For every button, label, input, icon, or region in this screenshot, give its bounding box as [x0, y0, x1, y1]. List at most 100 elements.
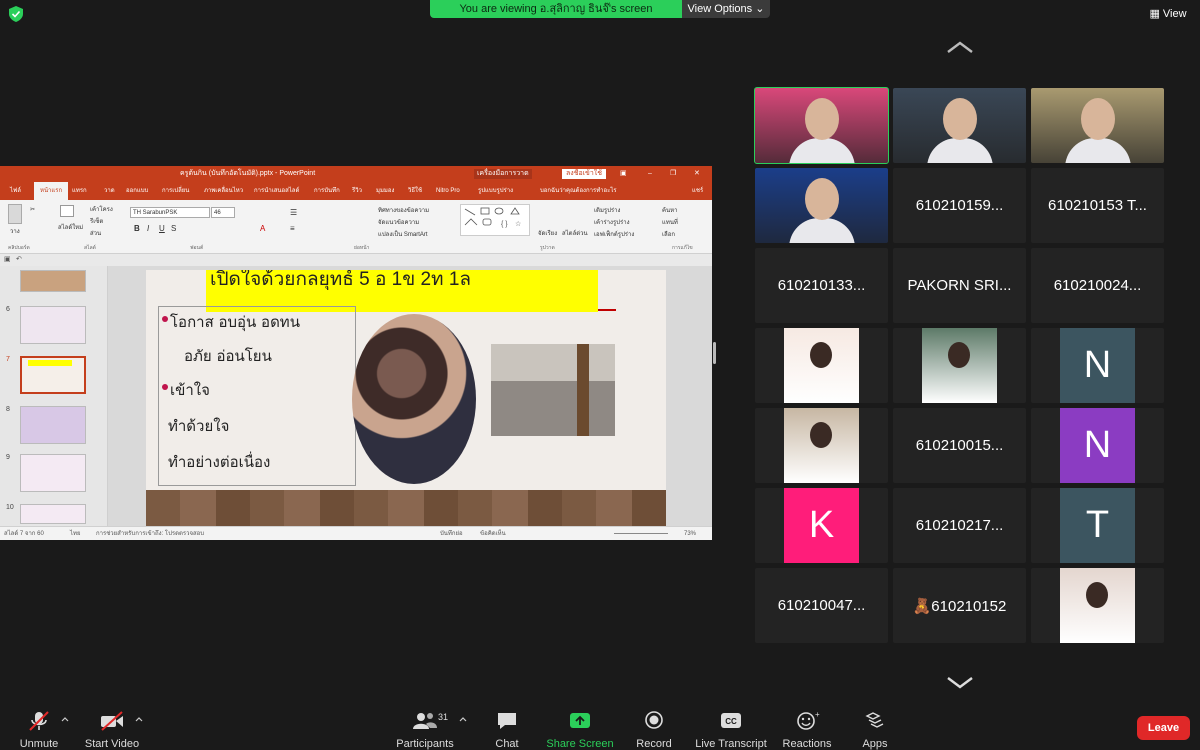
ribbon-tab[interactable]: รีวิว: [352, 182, 362, 200]
ribbon-tab[interactable]: บอกฉันว่าคุณต้องการทำอะไร: [540, 182, 617, 200]
participant-tile[interactable]: [1031, 568, 1164, 643]
participants-button[interactable]: 31 Participants: [380, 710, 470, 750]
participant-tile[interactable]: [1031, 88, 1164, 163]
paste-icon[interactable]: [8, 204, 22, 224]
align-left-icon[interactable]: ≡: [290, 224, 295, 233]
reset-button[interactable]: รีเซ็ต: [90, 216, 103, 226]
participant-tile[interactable]: 610210159...: [893, 168, 1026, 243]
cut-icon[interactable]: ✂: [30, 206, 35, 213]
italic-button[interactable]: I: [147, 224, 149, 233]
ribbon-tab[interactable]: มุมมอง: [376, 182, 394, 200]
ribbon-tab[interactable]: วาด: [104, 182, 115, 200]
underline-button[interactable]: U: [159, 224, 165, 233]
participant-tile[interactable]: [754, 87, 889, 164]
shadow-button[interactable]: S: [171, 224, 176, 233]
participant-tile[interactable]: K: [755, 488, 888, 563]
ribbon-tab[interactable]: การนำเสนอสไลด์: [254, 182, 299, 200]
participant-tile[interactable]: [893, 328, 1026, 403]
find-button[interactable]: ค้นหา: [662, 205, 677, 215]
slide-thumbnail-9[interactable]: [20, 454, 86, 492]
ribbon-tab[interactable]: การบันทึก: [314, 182, 340, 200]
zoom-slider[interactable]: [614, 533, 668, 534]
ppt-window-title: ครูต้นกิน (บันทึกอัตโนมัติ).pptx - Power…: [180, 170, 316, 177]
smartart-button[interactable]: แปลงเป็น SmartArt: [378, 229, 428, 239]
close-icon[interactable]: ✕: [694, 166, 700, 182]
apps-button[interactable]: Apps: [830, 710, 920, 750]
participant-tile[interactable]: 610210133...: [755, 248, 888, 323]
text-direction-button[interactable]: ทิศทางของข้อความ: [378, 205, 429, 215]
accessibility-status[interactable]: การช่วยสำหรับการเข้าถึง: โปรดตรวจสอบ: [96, 527, 204, 540]
select-button[interactable]: เลือก: [662, 229, 675, 239]
shape-fill-button[interactable]: เติมรูปร่าง: [594, 205, 620, 215]
view-options-button[interactable]: View Options ⌄: [682, 0, 770, 18]
slide-thumbnail-10[interactable]: [20, 504, 86, 524]
participant-tile[interactable]: 610210047...: [755, 568, 888, 643]
save-icon[interactable]: ▣: [4, 255, 11, 263]
current-slide[interactable]: เปิดใจด้วยกลยุทธ์ 5 อ 1ข 2ท 1ล โอกาส อบอ…: [146, 270, 666, 526]
section-button[interactable]: ส่วน: [90, 228, 101, 238]
ribbon-tab[interactable]: ภาพเคลื่อนไหว: [204, 182, 243, 200]
slide-thumbnail-7-selected[interactable]: [20, 356, 86, 394]
ribbon-tab[interactable]: วิธีใช้: [408, 182, 422, 200]
bold-button[interactable]: B: [134, 224, 140, 233]
shapes-gallery[interactable]: { } ☆: [460, 204, 530, 236]
participant-tile[interactable]: [755, 408, 888, 483]
replace-button[interactable]: แทนที่: [662, 217, 678, 227]
split-divider-handle[interactable]: [713, 342, 716, 364]
slide-thumbnail-5[interactable]: [20, 270, 86, 292]
start-video-button[interactable]: Start Video: [67, 710, 157, 750]
ribbon-display-icon[interactable]: ▣: [620, 166, 627, 182]
quick-styles-button[interactable]: สไตล์ด่วน: [562, 228, 588, 238]
zoom-level[interactable]: 73%: [684, 527, 696, 540]
layout-button[interactable]: เค้าโครง: [90, 204, 113, 214]
sign-in-button[interactable]: ลงชื่อเข้าใช้: [562, 169, 606, 179]
participant-tile[interactable]: 🧸610210152: [893, 568, 1026, 643]
font-name-select[interactable]: TH SarabunPSK: [130, 207, 210, 218]
participant-tile[interactable]: [755, 168, 888, 243]
stairs-photo[interactable]: [491, 344, 615, 436]
font-size-select[interactable]: 46: [211, 207, 235, 218]
participant-tile[interactable]: N: [1031, 328, 1164, 403]
view-button[interactable]: ▦ View: [1140, 4, 1196, 24]
gallery-page-up-icon[interactable]: [946, 38, 974, 56]
slide-thumbnail-6[interactable]: [20, 306, 86, 344]
shape-outline-button[interactable]: เค้าร่างรูปร่าง: [594, 217, 630, 227]
ribbon-tab[interactable]: ออกแบบ: [126, 182, 148, 200]
participants-icon: [413, 713, 437, 729]
align-text-button[interactable]: จัดแนวข้อความ: [378, 217, 419, 227]
ribbon-tab[interactable]: แทรก: [72, 182, 87, 200]
participant-tile[interactable]: 610210024...: [1031, 248, 1164, 323]
leave-button[interactable]: Leave: [1137, 716, 1190, 740]
participant-tile[interactable]: 610210153 T...: [1031, 168, 1164, 243]
shape-effects-button[interactable]: เอฟเฟ็กต์รูปร่าง: [594, 229, 634, 239]
security-shield-icon[interactable]: [9, 6, 23, 22]
paste-label[interactable]: วาง: [10, 226, 20, 236]
ribbon-tab[interactable]: Nitro Pro: [436, 182, 460, 200]
ribbon-tab[interactable]: การเปลี่ยน: [162, 182, 189, 200]
participant-tile[interactable]: N: [1031, 408, 1164, 483]
ribbon-tab[interactable]: รูปแบบรูปร่าง: [478, 182, 513, 200]
font-color-icon[interactable]: A: [260, 224, 265, 233]
undo-icon[interactable]: ↶: [16, 255, 22, 263]
participant-tile[interactable]: 610210015...: [893, 408, 1026, 483]
participant-tile[interactable]: PAKORN SRI...: [893, 248, 1026, 323]
ribbon-tab[interactable]: หน้าแรก: [34, 182, 69, 200]
participant-tile[interactable]: [893, 88, 1026, 163]
comments-button[interactable]: ข้อคิดเห็น: [480, 527, 506, 540]
ribbon-tab[interactable]: แชร์: [692, 182, 703, 200]
oval-photo[interactable]: [352, 314, 476, 484]
new-slide-icon[interactable]: [60, 205, 74, 217]
minimize-icon[interactable]: –: [648, 166, 652, 182]
bullets-icon[interactable]: ☰: [290, 208, 297, 217]
restore-icon[interactable]: ❐: [670, 166, 676, 182]
notes-button[interactable]: บันทึกย่อ: [440, 527, 463, 540]
new-slide-label[interactable]: สไลด์ใหม่: [58, 222, 83, 232]
gallery-page-down-icon[interactable]: [946, 674, 974, 692]
slide-thumbnail-8[interactable]: [20, 406, 86, 444]
participant-tile[interactable]: [755, 328, 888, 403]
video-options-caret-icon[interactable]: [135, 716, 143, 722]
participant-tile[interactable]: T: [1031, 488, 1164, 563]
ribbon-tab[interactable]: ไฟล์: [10, 182, 21, 200]
participant-tile[interactable]: 610210217...: [893, 488, 1026, 563]
arrange-button[interactable]: จัดเรียง: [538, 228, 557, 238]
